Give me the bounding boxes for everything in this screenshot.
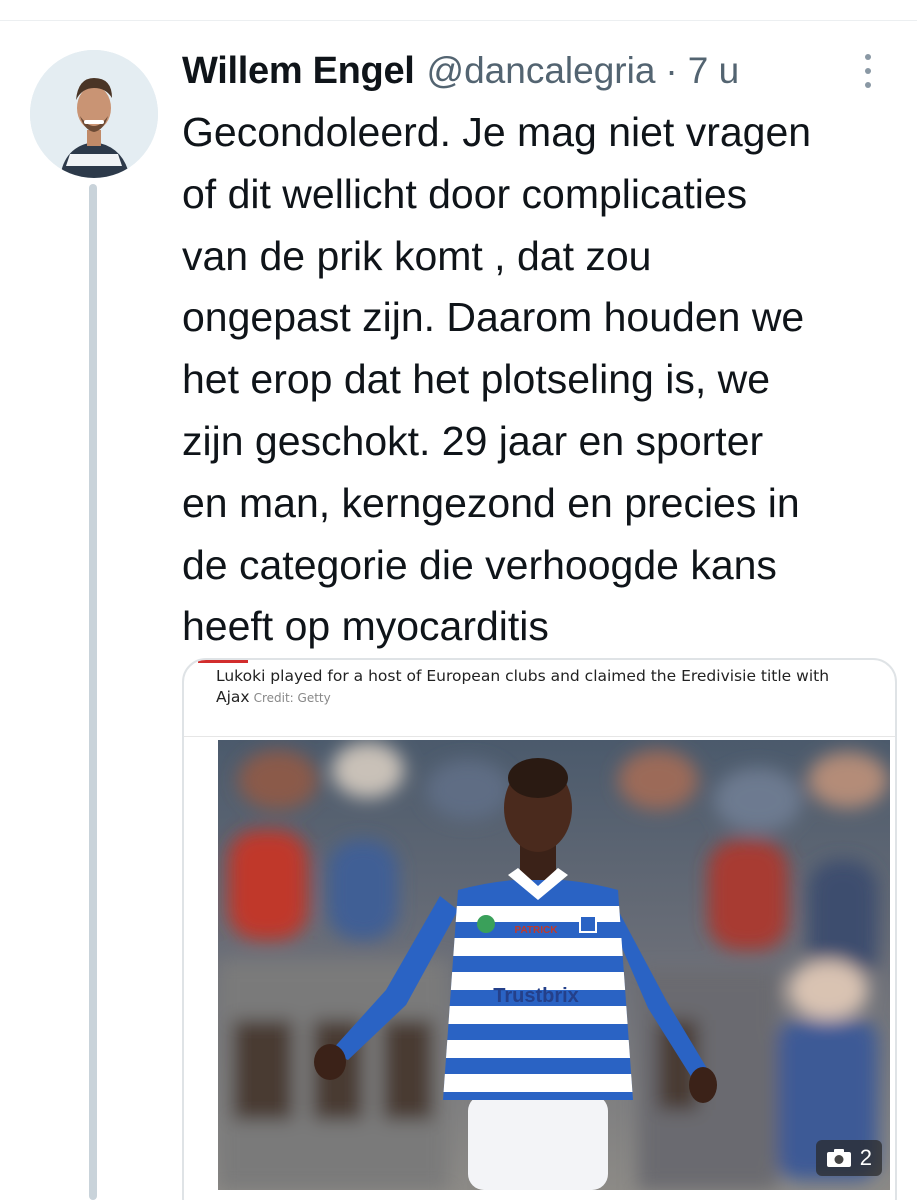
- more-options-button[interactable]: [863, 54, 873, 88]
- more-vertical-icon: [865, 54, 871, 60]
- tweet-text-line: van de prik komt , dat zou: [182, 232, 652, 279]
- author-name[interactable]: Willem Engel: [182, 50, 415, 93]
- tweet-text-line: en man, kerngezond en precies in: [182, 479, 800, 526]
- tweet-text-line: zijn geschokt. 29 jaar en sporter: [182, 417, 764, 464]
- separator-dot: ·: [665, 50, 678, 91]
- jersey-brand: PATRICK: [515, 925, 559, 936]
- photo-count: 2: [859, 1145, 872, 1170]
- caption-credit: Credit: Getty: [253, 691, 331, 705]
- media-card[interactable]: Lukoki played for a host of European clu…: [182, 658, 897, 1200]
- tweet-text-line: Gecondoleerd. Je mag niet vragen: [182, 109, 812, 155]
- tweet-text: Gecondoleerd. Je mag niet vragen of dit …: [182, 102, 887, 658]
- avatar[interactable]: [30, 50, 158, 178]
- football-player-photo[interactable]: Trustbrix PATRICK 2: [218, 740, 890, 1190]
- tweet-text-line: heeft op myocarditis: [182, 603, 549, 650]
- tweet-screen: Willem Engel @dancalegria · 7 u Gecondol…: [0, 0, 917, 1200]
- jersey-sponsor: Trustbrix: [493, 985, 579, 1007]
- author-handle[interactable]: @dancalegria: [427, 50, 656, 92]
- tweet-text-line: ongepast zijn. Daarom houden we: [182, 294, 805, 341]
- club-crest-icon: [477, 915, 495, 933]
- tweet-header: Willem Engel @dancalegria · 7 u: [182, 46, 897, 96]
- thread-line: [89, 184, 97, 1200]
- article-caption: Lukoki played for a host of European clu…: [216, 666, 876, 709]
- club-badge-icon: [579, 915, 597, 933]
- camera-icon: [826, 1149, 851, 1167]
- red-accent-bar: [198, 660, 248, 663]
- tweet-text-line: het erop dat het plotseling is, we: [182, 356, 771, 403]
- post-time[interactable]: 7 u: [688, 50, 739, 92]
- photo-count-badge[interactable]: 2: [815, 1140, 882, 1176]
- tweet-text-line: de categorie die verhoogde kans: [182, 541, 777, 588]
- caption-frame: [184, 712, 895, 737]
- top-divider: [0, 20, 917, 21]
- tweet-text-line: of dit wellicht door complicaties: [182, 170, 748, 217]
